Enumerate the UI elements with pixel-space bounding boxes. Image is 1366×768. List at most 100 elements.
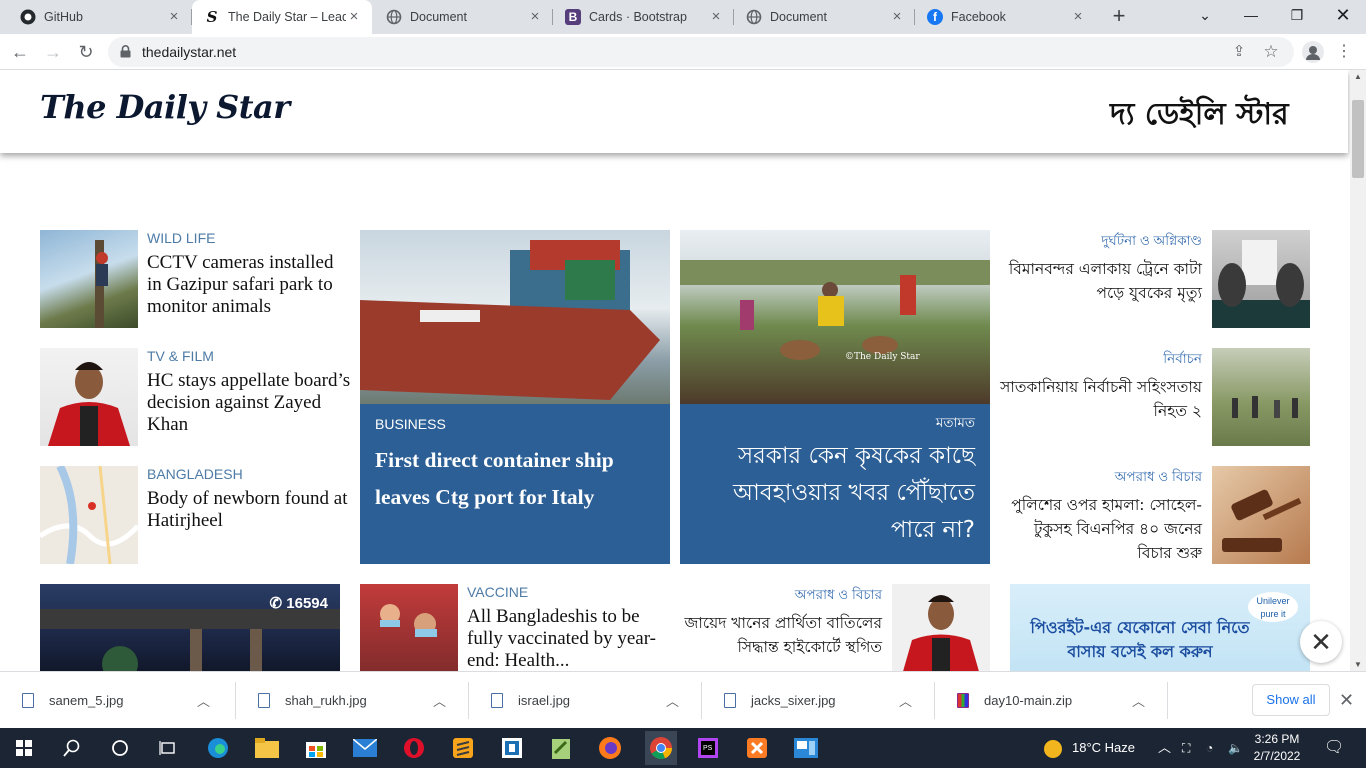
back-icon[interactable]: ←	[10, 42, 30, 62]
chevron-up-icon[interactable]: ︿	[899, 691, 912, 710]
feature-card-opinion[interactable]: মতামত সরকার কেন কৃষকের কাছে আবহাওয়ার খব…	[680, 404, 990, 564]
story-image-zayed-2[interactable]	[892, 584, 990, 671]
feature-headline[interactable]: First direct container ship leaves Ctg p…	[375, 442, 660, 516]
task-view-icon[interactable]	[154, 734, 182, 762]
close-ad-button[interactable]: ✕	[1300, 621, 1342, 663]
control-panel-icon[interactable]	[792, 734, 820, 762]
story-category[interactable]: TV & FILM	[147, 348, 352, 364]
close-tab-icon[interactable]: ×	[889, 9, 905, 25]
close-window-button[interactable]: ✕	[1320, 0, 1366, 32]
chevron-up-icon[interactable]: ︿	[666, 691, 679, 710]
wifi-icon[interactable]: ◔	[1206, 728, 1213, 768]
logo-english[interactable]: The Daily Star	[40, 88, 290, 126]
story-image-violence[interactable]	[1212, 348, 1310, 446]
story-category[interactable]: WILD LIFE	[147, 230, 352, 246]
feature-category[interactable]: মতামত	[936, 412, 975, 435]
story-headline[interactable]: জায়েদ খানের প্রার্থিতা বাতিলের সিদ্ধান্…	[680, 611, 882, 659]
feature-category[interactable]: BUSINESS	[375, 416, 446, 432]
tab-search-icon[interactable]: ⌄	[1182, 0, 1228, 32]
file-explorer-icon[interactable]	[253, 734, 281, 762]
tab-document-2[interactable]: Document ×	[734, 0, 915, 34]
menu-kebab-icon[interactable]: ⋮	[1336, 41, 1352, 63]
story-headline[interactable]: All Bangladeshis to be fully vaccinated …	[467, 606, 662, 671]
story-image-cctv[interactable]	[40, 230, 138, 328]
story-category[interactable]: অপরাধ ও বিচার	[1000, 466, 1202, 489]
sublime-text-icon[interactable]	[449, 734, 477, 762]
story-headline[interactable]: CCTV cameras installed in Gazipur safari…	[147, 252, 352, 318]
reload-icon[interactable]: ↻	[76, 42, 96, 62]
tab-daily-star[interactable]: S The Daily Star – Leadin ×	[192, 0, 372, 34]
story-image-train[interactable]	[1212, 230, 1310, 328]
scroll-down-icon[interactable]: ▼	[1354, 660, 1362, 669]
volume-icon[interactable]: 🔈	[1228, 728, 1243, 768]
story-hatirjheel[interactable]: BANGLADESH Body of newborn found at Hati…	[147, 466, 352, 532]
scroll-thumb[interactable]	[1352, 100, 1364, 178]
firefox-icon[interactable]	[596, 734, 624, 762]
minimize-button[interactable]: —	[1228, 0, 1274, 32]
story-category[interactable]: নির্বাচন	[1000, 348, 1202, 371]
ad-banner-pureit[interactable]: Unilever pure it পিওরইট-এর যেকোনো সেবা ন…	[1010, 584, 1310, 671]
chevron-up-icon[interactable]: ︿	[1132, 691, 1145, 710]
download-item[interactable]: jacks_sixer.jpg ︿	[702, 672, 935, 729]
story-vaccine[interactable]: VACCINE All Bangladeshis to be fully vac…	[467, 584, 662, 671]
chevron-up-icon[interactable]: ︿	[433, 691, 446, 710]
search-icon[interactable]	[58, 734, 86, 762]
feature-image-ship[interactable]	[360, 230, 670, 404]
story-bn-police-attack[interactable]: অপরাধ ও বিচার পুলিশের ওপর হামলা: সোহেল-ট…	[1000, 466, 1202, 565]
new-tab-button[interactable]: +	[1108, 5, 1130, 27]
feature-card-business[interactable]: BUSINESS First direct container ship lea…	[360, 404, 670, 564]
network-icon[interactable]: ⛶	[1182, 728, 1190, 768]
bracket-editor-icon[interactable]	[498, 734, 526, 762]
story-headline[interactable]: সাতকানিয়ায় নির্বাচনী সহিংসতায় নিহত ২	[1000, 375, 1202, 423]
story-cctv[interactable]: WILD LIFE CCTV cameras installed in Gazi…	[147, 230, 352, 318]
notifications-icon[interactable]: 🗨	[1324, 728, 1344, 768]
story-bn-zayed-court[interactable]: অপরাধ ও বিচার জায়েদ খানের প্রার্থিতা বা…	[680, 584, 882, 659]
opera-icon[interactable]	[400, 734, 428, 762]
close-tab-icon[interactable]: ×	[708, 9, 724, 25]
close-tab-icon[interactable]: ×	[346, 9, 362, 25]
tab-bootstrap[interactable]: B Cards · Bootstrap ×	[553, 0, 734, 34]
ad-banner-realestate[interactable]: ✆ 16594	[40, 584, 340, 671]
windows-start-icon[interactable]	[10, 734, 38, 762]
story-image-gavel[interactable]	[1212, 466, 1310, 564]
close-tab-icon[interactable]: ×	[166, 9, 182, 25]
close-tab-icon[interactable]: ×	[1070, 9, 1086, 25]
close-download-bar-icon[interactable]: ✕	[1339, 690, 1354, 711]
feature-image-farmers[interactable]: ©The Daily Star	[680, 230, 990, 404]
mail-icon[interactable]	[351, 734, 379, 762]
bookmark-star-icon[interactable]: ☆	[1262, 43, 1280, 61]
cortana-icon[interactable]	[106, 734, 134, 762]
download-item[interactable]: shah_rukh.jpg ︿	[236, 672, 469, 729]
forward-icon[interactable]: →	[43, 42, 63, 62]
story-image-map[interactable]	[40, 466, 138, 564]
download-item[interactable]: sanem_5.jpg ︿	[0, 672, 236, 729]
story-headline[interactable]: HC stays appellate board’s decision agai…	[147, 370, 352, 436]
xampp-icon[interactable]	[743, 734, 771, 762]
story-category[interactable]: BANGLADESH	[147, 466, 352, 482]
profile-avatar-icon[interactable]	[1302, 41, 1324, 63]
story-category[interactable]: দুর্ঘটনা ও অগ্নিকাণ্ড	[1000, 230, 1202, 253]
show-all-button[interactable]: Show all	[1252, 684, 1330, 716]
story-bn-election[interactable]: নির্বাচন সাতকানিয়ায় নির্বাচনী সহিংসতায…	[1000, 348, 1202, 423]
edge-icon[interactable]	[204, 734, 232, 762]
notepad-plus-icon[interactable]	[547, 734, 575, 762]
story-category[interactable]: অপরাধ ও বিচার	[680, 584, 882, 607]
logo-bangla[interactable]: দ্য ডেইলি স্টার	[1110, 90, 1289, 141]
story-headline[interactable]: Body of newborn found at Hatirjheel	[147, 488, 352, 532]
tab-document-1[interactable]: Document ×	[372, 0, 553, 34]
system-clock[interactable]: 3:26 PM 2/7/2022	[1247, 731, 1307, 765]
story-headline[interactable]: পুলিশের ওপর হামলা: সোহেল-টুকুসহ বিএনপির …	[1000, 493, 1202, 565]
address-bar[interactable]: thedailystar.net ⇪ ☆	[108, 37, 1294, 67]
store-icon[interactable]	[302, 734, 330, 762]
feature-headline[interactable]: সরকার কেন কৃষকের কাছে আবহাওয়ার খবর পৌঁছ…	[690, 438, 975, 549]
story-image-vaccine[interactable]	[360, 584, 458, 671]
story-zayed[interactable]: TV & FILM HC stays appellate board’s dec…	[147, 348, 352, 436]
chevron-up-icon[interactable]: ︿	[197, 691, 210, 710]
chevron-up-icon[interactable]: ︿	[1158, 728, 1171, 768]
story-category[interactable]: VACCINE	[467, 584, 662, 600]
tab-github[interactable]: GitHub ×	[0, 0, 192, 34]
tab-facebook[interactable]: f Facebook ×	[915, 0, 1096, 34]
story-bn-airport[interactable]: দুর্ঘটনা ও অগ্নিকাণ্ড বিমানবন্দর এলাকায়…	[1000, 230, 1202, 305]
phpstorm-icon[interactable]: PS	[694, 734, 722, 762]
maximize-button[interactable]: ❐	[1274, 0, 1320, 32]
